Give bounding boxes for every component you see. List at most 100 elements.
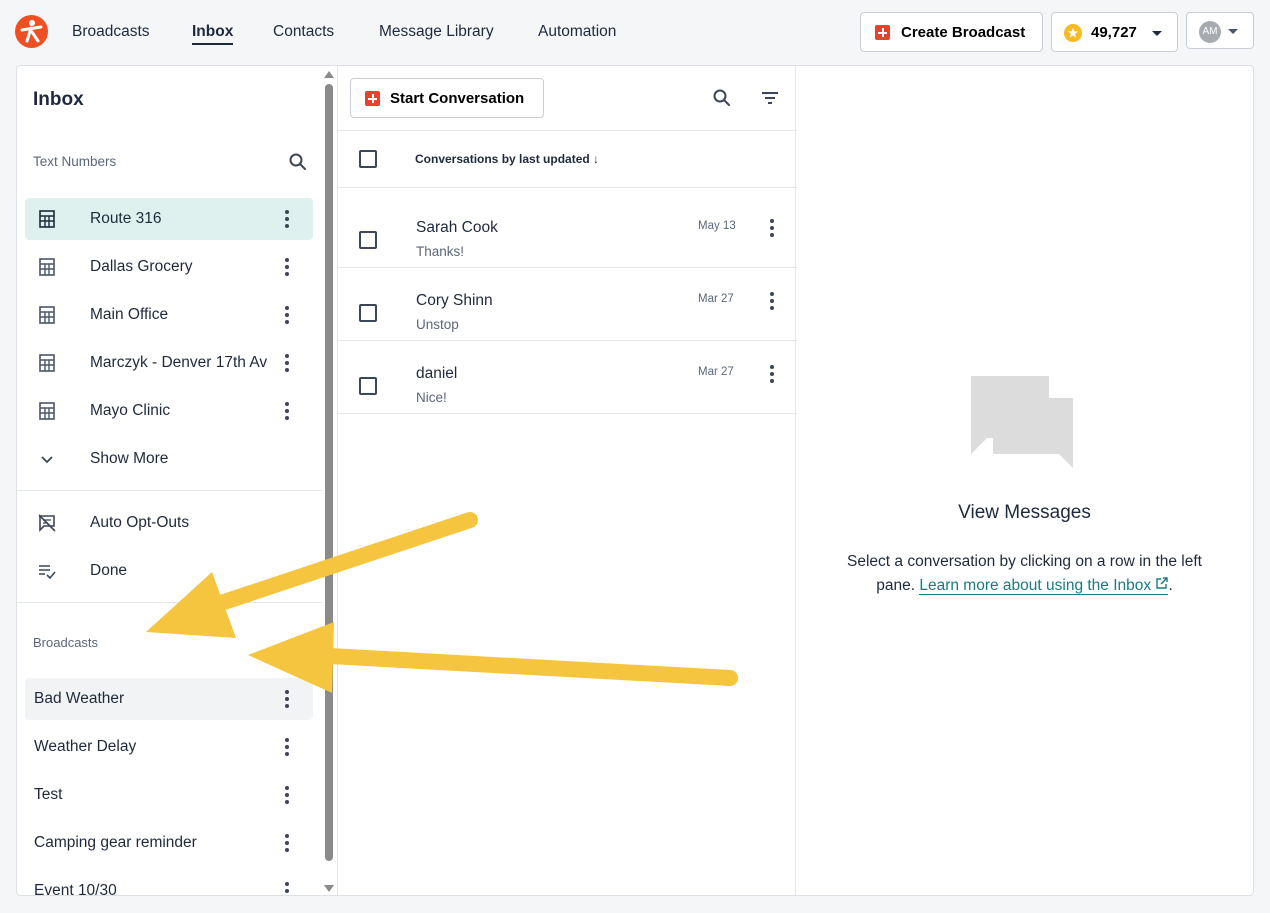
contact-name: Sarah Cook — [416, 219, 498, 236]
row-checkbox[interactable] — [359, 377, 377, 395]
conversation-date: May 13 — [698, 220, 736, 232]
sidebar-item-label: Marczyk - Denver 17th Av — [90, 354, 268, 371]
arrow-down-icon: ↓ — [593, 152, 600, 166]
learn-more-label: Learn more about using the Inbox — [919, 577, 1152, 594]
row-checkbox[interactable] — [359, 304, 377, 322]
message-preview: Nice! — [416, 390, 447, 405]
select-all-checkbox[interactable] — [359, 150, 377, 168]
start-conversation-label: Start Conversation — [390, 90, 525, 107]
sidebar-item-mayo-clinic[interactable]: Mayo Clinic — [25, 390, 313, 432]
sidebar-title: Inbox — [33, 89, 84, 110]
broadcast-item-label: Weather Delay — [34, 738, 137, 755]
conversation-list: Start Conversation Conversations by last… — [337, 66, 797, 895]
app-logo-icon[interactable] — [15, 15, 48, 48]
chat-off-icon — [38, 514, 56, 532]
search-icon[interactable] — [712, 88, 732, 108]
nav-automation[interactable]: Automation — [538, 23, 616, 41]
nav-message-library[interactable]: Message Library — [379, 23, 494, 41]
search-numbers-icon[interactable] — [288, 152, 308, 172]
more-options-icon[interactable] — [285, 690, 289, 708]
divider — [338, 187, 797, 188]
create-broadcast-button[interactable]: Create Broadcast — [860, 12, 1043, 52]
star-coin-icon: ★ — [1064, 24, 1082, 42]
message-viewer: View Messages Select a conversation by c… — [796, 66, 1253, 895]
account-menu-button[interactable]: AM — [1186, 12, 1254, 49]
sort-label-text: Conversations by last updated — [415, 152, 590, 166]
start-conversation-button[interactable]: Start Conversation — [350, 78, 544, 118]
learn-more-link[interactable]: Learn more about using the Inbox — [919, 577, 1169, 595]
view-messages-description: Select a conversation by clicking on a r… — [826, 550, 1223, 598]
more-options-icon[interactable] — [285, 306, 289, 324]
conversation-date: Mar 27 — [698, 293, 734, 305]
contact-name: Cory Shinn — [416, 292, 493, 309]
more-options-icon[interactable] — [770, 365, 774, 383]
more-options-icon[interactable] — [285, 834, 289, 852]
broadcasts-label: Broadcasts — [33, 635, 99, 650]
filter-icon[interactable] — [760, 90, 780, 106]
description-period: . — [1168, 577, 1173, 594]
view-messages-title: View Messages — [958, 502, 1091, 523]
caret-down-icon — [1152, 31, 1162, 36]
divider — [17, 490, 323, 491]
nav-contacts[interactable]: Contacts — [273, 23, 334, 41]
show-more-label: Show More — [90, 450, 169, 467]
avatar: AM — [1199, 21, 1221, 43]
sidebar-item-label: Auto Opt-Outs — [90, 514, 190, 531]
sidebar-item-route-316[interactable]: Route 316 — [25, 198, 313, 240]
create-broadcast-label: Create Broadcast — [901, 24, 1026, 41]
text-numbers-label: Text Numbers — [33, 154, 117, 169]
sidebar-item-done[interactable]: Done — [25, 550, 313, 592]
more-options-icon[interactable] — [285, 738, 289, 756]
message-preview: Unstop — [416, 317, 459, 332]
more-options-icon[interactable] — [285, 354, 289, 372]
sidebar-item-label: Done — [90, 562, 128, 579]
sidebar-item-main-office[interactable]: Main Office — [25, 294, 313, 336]
building-icon — [39, 258, 55, 276]
caret-down-icon — [1228, 29, 1238, 34]
conversation-row[interactable]: Sarah Cook Thanks! May 13 — [338, 195, 797, 268]
more-options-icon[interactable] — [285, 258, 289, 276]
broadcast-item-bad-weather[interactable]: Bad Weather — [25, 678, 313, 720]
sidebar-item-label: Main Office — [90, 306, 169, 323]
credits-dropdown[interactable]: ★ 49,727 — [1051, 12, 1178, 52]
more-options-icon[interactable] — [770, 219, 774, 237]
chevron-down-icon — [41, 456, 53, 464]
more-options-icon[interactable] — [770, 292, 774, 310]
sort-by-last-updated[interactable]: Conversations by last updated ↓ — [415, 152, 599, 166]
contact-name: daniel — [416, 365, 458, 382]
nav-broadcasts[interactable]: Broadcasts — [72, 23, 150, 41]
sidebar-item-marczyk-denver[interactable]: Marczyk - Denver 17th Av — [25, 342, 313, 384]
more-options-icon[interactable] — [285, 882, 289, 895]
conversation-row[interactable]: Cory Shinn Unstop Mar 27 — [338, 268, 797, 341]
broadcast-item-weather-delay[interactable]: Weather Delay — [25, 726, 313, 768]
broadcast-item-label: Camping gear reminder — [34, 834, 197, 851]
sidebar-item-auto-opt-outs[interactable]: Auto Opt-Outs — [25, 502, 313, 544]
show-more-button[interactable]: Show More — [25, 438, 313, 480]
broadcast-item-event-10-30[interactable]: Event 10/30 — [25, 870, 313, 896]
sidebar-item-label: Route 316 — [90, 210, 162, 227]
more-options-icon[interactable] — [285, 402, 289, 420]
sidebar-item-dallas-grocery[interactable]: Dallas Grocery — [25, 246, 313, 288]
nav-inbox[interactable]: Inbox — [192, 23, 233, 41]
inbox-sidebar: Inbox Text Numbers Route 316 Dallas Groc… — [17, 66, 337, 896]
chat-bubbles-icon — [971, 376, 1073, 468]
conversation-row[interactable]: daniel Nice! Mar 27 — [338, 341, 797, 414]
divider — [338, 130, 797, 131]
building-icon — [39, 210, 55, 228]
broadcast-item-label: Test — [34, 786, 63, 803]
message-preview: Thanks! — [416, 244, 465, 259]
broadcast-item-label: Event 10/30 — [34, 882, 117, 896]
broadcast-item-test[interactable]: Test — [25, 774, 313, 816]
sidebar-item-label: Dallas Grocery — [90, 258, 193, 275]
external-link-icon — [1156, 577, 1169, 589]
scrollbar-thumb[interactable] — [325, 84, 333, 861]
row-checkbox[interactable] — [359, 231, 377, 249]
more-options-icon[interactable] — [285, 786, 289, 804]
scroll-up-arrow-icon[interactable] — [324, 71, 334, 78]
broadcast-item-camping-gear[interactable]: Camping gear reminder — [25, 822, 313, 864]
top-nav: Broadcasts Inbox Contacts Message Librar… — [0, 0, 1270, 64]
sidebar-item-label: Mayo Clinic — [90, 402, 171, 419]
more-options-icon[interactable] — [285, 210, 289, 228]
building-icon — [39, 306, 55, 324]
scroll-down-arrow-icon[interactable] — [324, 885, 334, 892]
